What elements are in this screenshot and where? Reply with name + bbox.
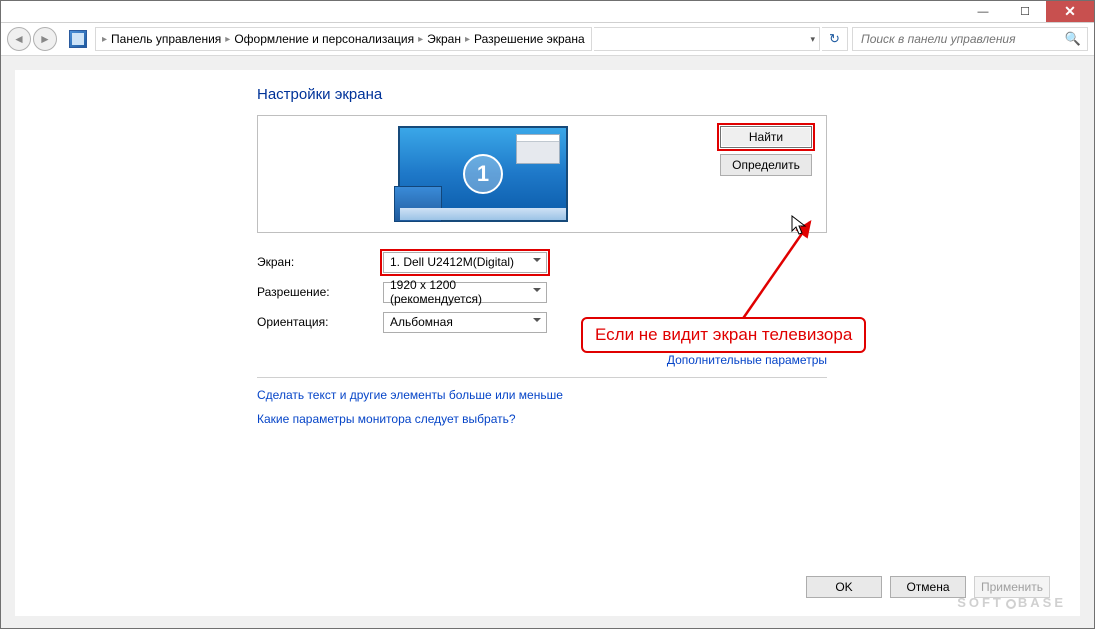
- breadcrumb-item[interactable]: Оформление и персонализация: [234, 32, 414, 46]
- thumb-window: [516, 134, 560, 164]
- maximize-button[interactable]: ☐: [1004, 1, 1046, 22]
- nav-back-button[interactable]: ◄: [7, 27, 31, 51]
- page-title: Настройки экрана: [257, 86, 1080, 103]
- monitor-thumbnail[interactable]: 1: [398, 126, 568, 222]
- breadcrumb-item[interactable]: Разрешение экрана: [474, 32, 585, 46]
- window-frame: — ☐ ✕ ◄ ► ▸ Панель управления ▸ Оформлен…: [0, 0, 1095, 629]
- titlebar: — ☐ ✕: [1, 1, 1094, 23]
- display-select[interactable]: 1. Dell U2412M(Digital): [383, 252, 547, 273]
- content-panel: Настройки экрана 1 Найти Определить: [15, 70, 1080, 616]
- orientation-label: Ориентация:: [257, 315, 383, 329]
- search-box[interactable]: 🔍: [852, 27, 1088, 51]
- resolution-label: Разрешение:: [257, 285, 383, 299]
- display-label: Экран:: [257, 255, 383, 269]
- breadcrumb-item[interactable]: Экран: [427, 32, 461, 46]
- thumb-taskbar: [400, 208, 566, 220]
- cancel-button[interactable]: Отмена: [890, 576, 966, 598]
- advanced-settings-link[interactable]: Дополнительные параметры: [667, 353, 827, 367]
- breadcrumb-item[interactable]: Панель управления: [111, 32, 221, 46]
- chevron-right-icon: ▸: [225, 34, 230, 45]
- search-icon: 🔍: [1065, 31, 1081, 47]
- minimize-button[interactable]: —: [962, 1, 1004, 22]
- chevron-down-icon: ▾: [810, 34, 815, 45]
- close-button[interactable]: ✕: [1046, 1, 1094, 22]
- orientation-select[interactable]: Альбомная: [383, 312, 547, 333]
- resolution-select[interactable]: 1920 x 1200 (рекомендуется): [383, 282, 547, 303]
- separator: [257, 377, 827, 378]
- detect-button[interactable]: Определить: [720, 154, 812, 176]
- orientation-select-value: Альбомная: [390, 315, 453, 329]
- refresh-button[interactable]: ↻: [822, 27, 848, 51]
- annotation-callout: Если не видит экран телевизора: [581, 317, 866, 353]
- address-bar-tail[interactable]: ▾: [594, 27, 820, 51]
- which-settings-link[interactable]: Какие параметры монитора следует выбрать…: [257, 412, 1080, 426]
- content-frame: Настройки экрана 1 Найти Определить: [1, 56, 1094, 628]
- chevron-right-icon: ▸: [418, 34, 423, 45]
- nav-forward-button[interactable]: ►: [33, 27, 57, 51]
- navbar: ◄ ► ▸ Панель управления ▸ Оформление и п…: [1, 23, 1094, 56]
- find-button[interactable]: Найти: [720, 126, 812, 148]
- control-panel-icon: [69, 30, 87, 48]
- chevron-right-icon: ▸: [465, 34, 470, 45]
- search-input[interactable]: [859, 31, 1065, 47]
- ok-button[interactable]: OK: [806, 576, 882, 598]
- breadcrumb[interactable]: ▸ Панель управления ▸ Оформление и персо…: [95, 27, 592, 51]
- watermark: SOFTBASE: [957, 595, 1066, 610]
- display-number-badge: 1: [463, 154, 503, 194]
- display-select-value: 1. Dell U2412M(Digital): [390, 255, 514, 269]
- resolution-select-value: 1920 x 1200 (рекомендуется): [390, 278, 528, 306]
- display-preview-box: 1 Найти Определить: [257, 115, 827, 233]
- text-size-link[interactable]: Сделать текст и другие элементы больше и…: [257, 388, 1080, 402]
- chevron-right-icon: ▸: [102, 34, 107, 45]
